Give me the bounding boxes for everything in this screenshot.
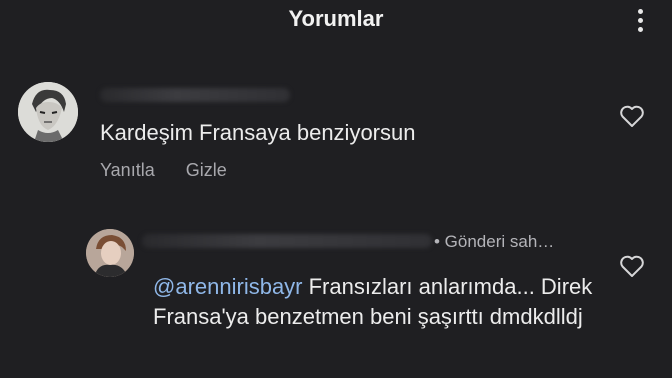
heart-outline-icon[interactable] bbox=[619, 254, 645, 278]
comment-text: @arennirisbayr Fransızları anlarımda... … bbox=[153, 272, 613, 332]
reply-button[interactable]: Yanıtla bbox=[100, 160, 155, 180]
avatar[interactable] bbox=[86, 229, 134, 277]
hide-button[interactable]: Gizle bbox=[186, 160, 227, 180]
username-redacted[interactable] bbox=[100, 88, 290, 102]
page-title: Yorumlar bbox=[288, 6, 384, 31]
comment-actions: Yanıtla Gizle bbox=[100, 160, 253, 181]
mention-link[interactable]: @arennirisbayr bbox=[153, 274, 303, 299]
username-redacted[interactable] bbox=[142, 234, 432, 248]
heart-outline-icon[interactable] bbox=[619, 104, 645, 128]
more-vertical-icon[interactable] bbox=[632, 6, 648, 34]
comment-text: Kardeşim Fransaya benziyorsun bbox=[100, 120, 416, 145]
post-owner-badge: • Gönderi sah… bbox=[434, 232, 555, 251]
avatar[interactable] bbox=[18, 82, 78, 142]
